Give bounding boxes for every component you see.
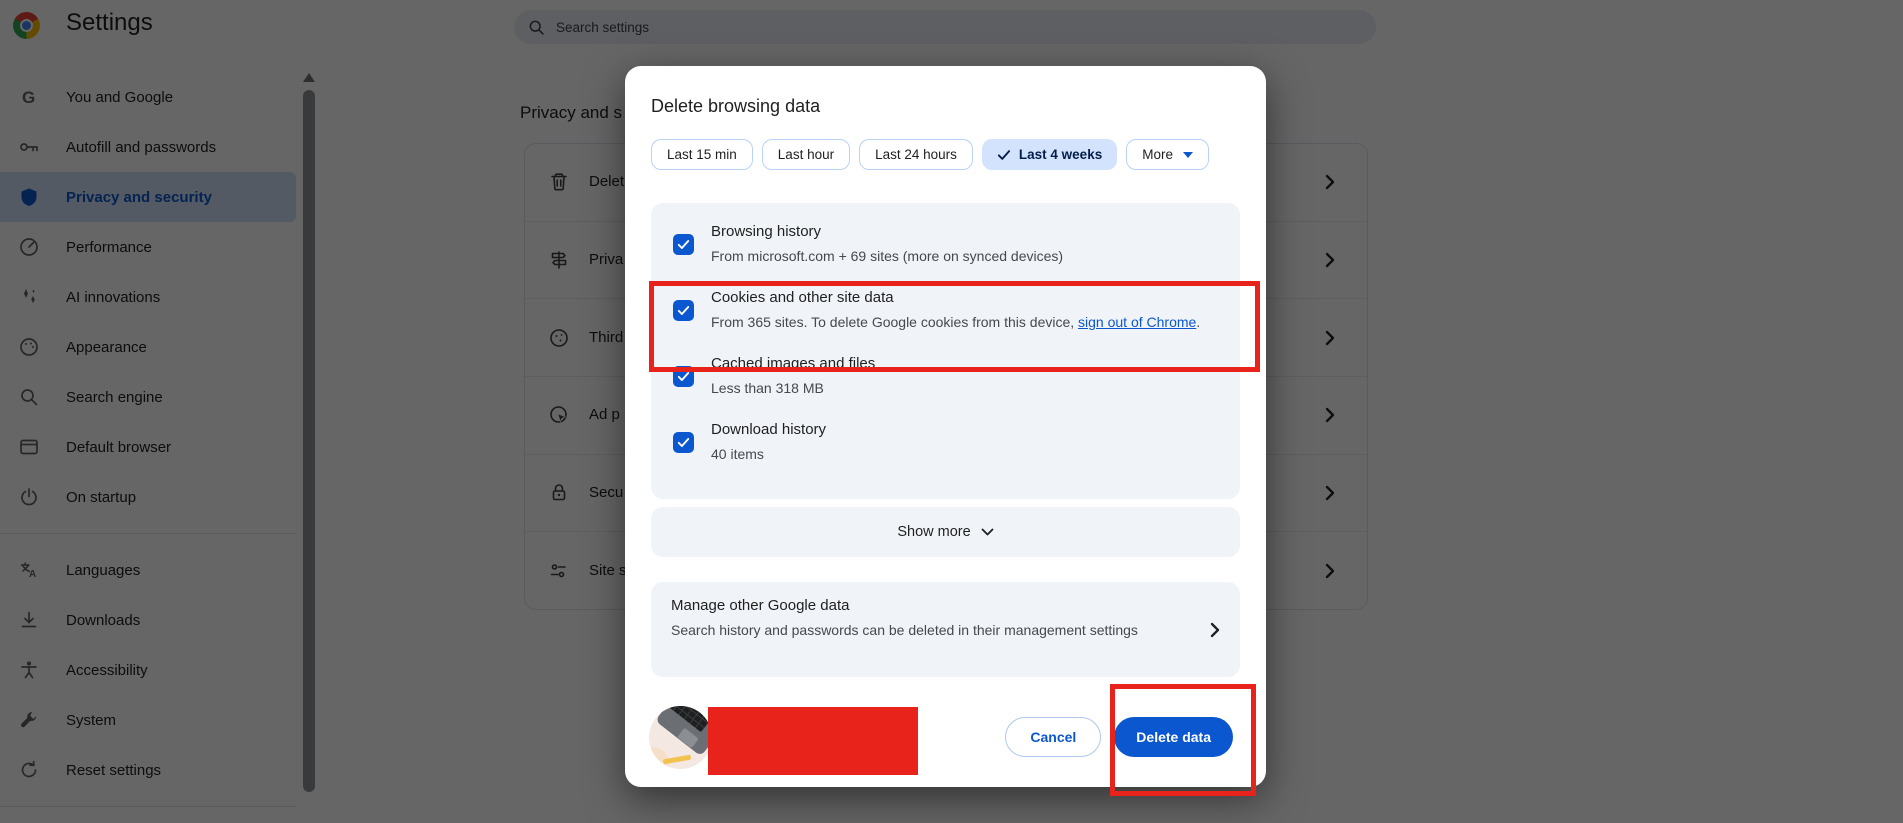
download-history-checkbox[interactable] <box>673 432 694 453</box>
chip-last-4-weeks[interactable]: Last 4 weeks <box>982 139 1117 170</box>
item-title: Browsing history <box>711 221 1220 242</box>
chip-last-15-min[interactable]: Last 15 min <box>651 139 753 170</box>
delete-browsing-data-dialog: Delete browsing data Last 15 min Last ho… <box>625 66 1266 787</box>
manage-other-google-data[interactable]: Manage other Google data Search history … <box>651 582 1240 677</box>
red-annotation-delete-button <box>1110 684 1256 796</box>
row-download-history[interactable]: Download history 40 items <box>673 419 1220 465</box>
chip-more[interactable]: More <box>1126 139 1209 170</box>
chip-last-24-hours[interactable]: Last 24 hours <box>859 139 973 170</box>
item-title: Download history <box>711 419 1220 440</box>
chip-label: Last 4 weeks <box>1019 147 1102 162</box>
item-subtitle: From microsoft.com + 69 sites (more on s… <box>711 245 1220 267</box>
laptop-illustration-avatar <box>649 706 712 769</box>
time-range-chips: Last 15 min Last hour Last 24 hours Last… <box>651 139 1240 170</box>
show-more-label: Show more <box>897 524 970 540</box>
red-annotation-cookies <box>649 281 1260 372</box>
manage-title: Manage other Google data <box>671 597 1196 614</box>
red-redaction-rectangle <box>708 707 918 775</box>
chevron-down-icon <box>981 528 994 537</box>
chip-last-hour[interactable]: Last hour <box>762 139 850 170</box>
dialog-title: Delete browsing data <box>651 66 1240 117</box>
item-subtitle: 40 items <box>711 443 1220 465</box>
browsing-history-checkbox[interactable] <box>673 234 694 255</box>
chevron-right-icon <box>1210 622 1220 638</box>
cancel-button[interactable]: Cancel <box>1005 717 1101 757</box>
check-icon <box>997 149 1011 161</box>
row-browsing-history[interactable]: Browsing history From microsoft.com + 69… <box>673 221 1220 267</box>
chip-label: More <box>1142 147 1173 162</box>
chip-label: Last 24 hours <box>875 147 957 162</box>
caret-down-icon <box>1183 152 1193 158</box>
chip-label: Last 15 min <box>667 147 737 162</box>
show-more-button[interactable]: Show more <box>651 507 1240 557</box>
manage-subtitle: Search history and passwords can be dele… <box>671 619 1171 641</box>
chip-label: Last hour <box>778 147 834 162</box>
item-subtitle: Less than 318 MB <box>711 377 1220 399</box>
